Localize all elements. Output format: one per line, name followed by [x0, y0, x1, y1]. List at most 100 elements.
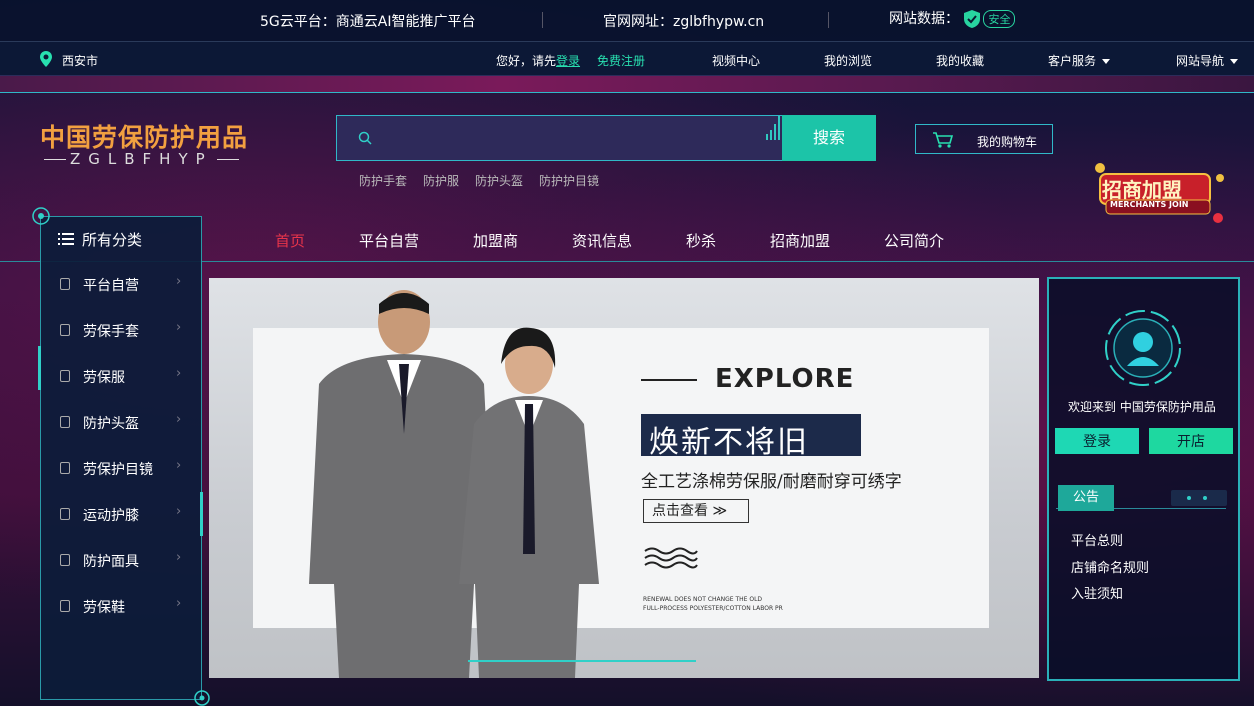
banner-frame-decoration	[468, 660, 696, 678]
safe-badge: 安全	[983, 10, 1016, 28]
sidebar-item-label: 防护面具	[83, 554, 139, 570]
hot-keyword[interactable]: 防护头盔	[475, 174, 523, 188]
notice-item[interactable]: 入驻须知	[1071, 583, 1123, 602]
nav-site-navigation-label: 网站导航	[1176, 54, 1225, 68]
site-url-text: 官网网址：zglbfhypw.cn	[603, 11, 764, 31]
chevron-right-icon: ›	[176, 320, 182, 335]
menu-list-icon	[58, 233, 74, 245]
banner-cta[interactable]: 点击查看 ≫	[643, 499, 749, 523]
main-nav-company[interactable]: 公司简介	[884, 230, 944, 251]
dot-icon	[1187, 496, 1191, 500]
main-nav-news[interactable]: 资讯信息	[572, 230, 632, 251]
dot-icon	[1203, 496, 1207, 500]
chevron-right-icon: ›	[176, 412, 182, 427]
wave-lines-icon	[644, 547, 698, 569]
explore-line	[641, 379, 697, 381]
hot-keyword[interactable]: 防护服	[423, 174, 459, 188]
site-url-label: 官网网址：	[603, 14, 673, 30]
site-data-text: 网站数据： 安全	[889, 8, 1016, 29]
register-link[interactable]: 免费注册	[597, 52, 645, 69]
banner-explore: EXPLORE	[715, 364, 855, 394]
greeting-label: 您好，请先	[496, 54, 557, 68]
main-nav-franchisee[interactable]: 加盟商	[473, 230, 518, 251]
sidebar-item-shoes[interactable]: 劳保鞋 ›	[40, 583, 202, 629]
logo-en-text: ZGLBFHYP	[70, 150, 213, 168]
sidebar-item-label: 劳保护目镜	[83, 462, 153, 478]
chevron-right-icon: ›	[176, 458, 182, 473]
login-link[interactable]: 登录	[556, 54, 580, 68]
search-button[interactable]: 搜索	[782, 115, 876, 161]
sidebar-item-label: 劳保手套	[83, 324, 139, 340]
cart-button[interactable]: 我的购物车	[915, 124, 1053, 154]
main-nav-flash-sale[interactable]: 秒杀	[686, 230, 716, 251]
merchants-join-en: MERCHANTS JOIN	[1110, 200, 1189, 209]
sidebar-item-label: 劳保鞋	[83, 600, 125, 616]
sidebar-item-label: 平台自营	[83, 278, 139, 294]
sidebar-item-workwear[interactable]: 劳保服 ›	[40, 353, 202, 399]
main-nav-merchants[interactable]: 招商加盟	[770, 230, 830, 251]
banner-fine-print-1: RENEWAL DOES NOT CHANGE THE OLD	[643, 596, 763, 603]
hot-keywords: 防护手套 防护服 防护头盔 防护护目镜	[359, 172, 615, 189]
chevron-right-icon: ›	[176, 274, 182, 289]
hot-keyword[interactable]: 防护护目镜	[539, 174, 599, 188]
cart-label: 我的购物车	[977, 135, 1038, 149]
hot-keyword[interactable]: 防护手套	[359, 174, 407, 188]
login-button[interactable]: 登录	[1055, 428, 1139, 454]
nav-my-favorites[interactable]: 我的收藏	[936, 52, 984, 69]
site-logo-subtitle: ZGLBFHYP	[40, 150, 243, 168]
sidebar-item-label: 防护头盔	[83, 416, 139, 432]
logo-line	[216, 159, 239, 160]
nav-video-center[interactable]: 视频中心	[712, 52, 760, 69]
chevron-down-icon	[1102, 59, 1111, 64]
banner-headline: 焕新不将旧	[649, 425, 809, 460]
helmet-icon	[60, 416, 70, 428]
chevron-right-icon: ›	[176, 596, 182, 611]
nav-customer-service-label: 客户服务	[1048, 54, 1097, 68]
nav-site-navigation[interactable]: 网站导航	[1176, 52, 1239, 69]
sidebar-item-knee-pads[interactable]: 运动护膝 ›	[40, 491, 202, 537]
goggles-icon	[60, 462, 70, 474]
main-nav-self-operated[interactable]: 平台自营	[359, 230, 419, 251]
platform-text: 5G云平台：商通云AI智能推广平台	[260, 14, 476, 30]
banner-fine-print-2: FULL-PROCESS POLYESTER/COTTON LABOR PR	[643, 605, 783, 612]
sidebar-item-self-operated[interactable]: 平台自营 ›	[40, 261, 202, 307]
logo-line	[44, 159, 66, 160]
nav-my-browse[interactable]: 我的浏览	[824, 52, 872, 69]
sidebar-item-helmets[interactable]: 防护头盔 ›	[40, 399, 202, 445]
sidebar-item-masks[interactable]: 防护面具 ›	[40, 537, 202, 583]
site-data-label: 网站数据：	[889, 11, 959, 27]
tab-notice[interactable]: 公告	[1058, 485, 1114, 511]
city-label[interactable]: 西安市	[62, 52, 98, 69]
search-input[interactable]	[382, 124, 762, 154]
shield-check-icon	[964, 10, 981, 28]
location-pin-icon	[40, 51, 52, 67]
notice-item[interactable]: 店铺命名规则	[1071, 557, 1149, 576]
models-workwear-image	[309, 290, 599, 678]
search-icon	[358, 131, 372, 145]
greeting-text: 您好，请先登录	[496, 52, 580, 69]
shoe-icon	[60, 600, 70, 612]
glove-icon	[60, 324, 70, 336]
merchants-join-cn: 招商加盟	[1102, 178, 1182, 202]
nav-customer-service[interactable]: 客户服务	[1048, 52, 1111, 69]
sidebar-item-gloves[interactable]: 劳保手套 ›	[40, 307, 202, 353]
chevron-right-icon: ›	[176, 366, 182, 381]
hero-banner[interactable]: EXPLORE 焕新不将旧 全工艺涤棉劳保服/耐磨耐穿可绣字 点击查看 ≫ RE…	[209, 278, 1039, 678]
sidebar-item-goggles[interactable]: 劳保护目镜 ›	[40, 445, 202, 491]
site-url-value[interactable]: zglbfhypw.cn	[673, 14, 764, 30]
site-logo[interactable]: 中国劳保防护用品	[40, 118, 248, 154]
chevron-right-icon: ›	[176, 504, 182, 519]
divider	[828, 12, 829, 28]
user-nav-bar: 西安市 您好，请先登录 免费注册 视频中心 我的浏览 我的收藏 客户服务 网站导…	[0, 42, 1254, 76]
knee-pad-icon	[60, 508, 70, 520]
chevron-down-icon	[1230, 59, 1239, 64]
welcome-text: 欢迎来到 中国劳保防护用品	[1068, 400, 1216, 414]
open-shop-button[interactable]: 开店	[1149, 428, 1233, 454]
category-icon	[60, 278, 70, 290]
all-categories-header[interactable]: 所有分类	[58, 229, 142, 250]
corner-ring-decoration	[32, 207, 50, 225]
notice-item[interactable]: 平台总则	[1071, 530, 1123, 549]
carousel-dots[interactable]	[1171, 490, 1227, 506]
mask-icon	[60, 554, 70, 566]
main-nav-home[interactable]: 首页	[275, 230, 305, 251]
